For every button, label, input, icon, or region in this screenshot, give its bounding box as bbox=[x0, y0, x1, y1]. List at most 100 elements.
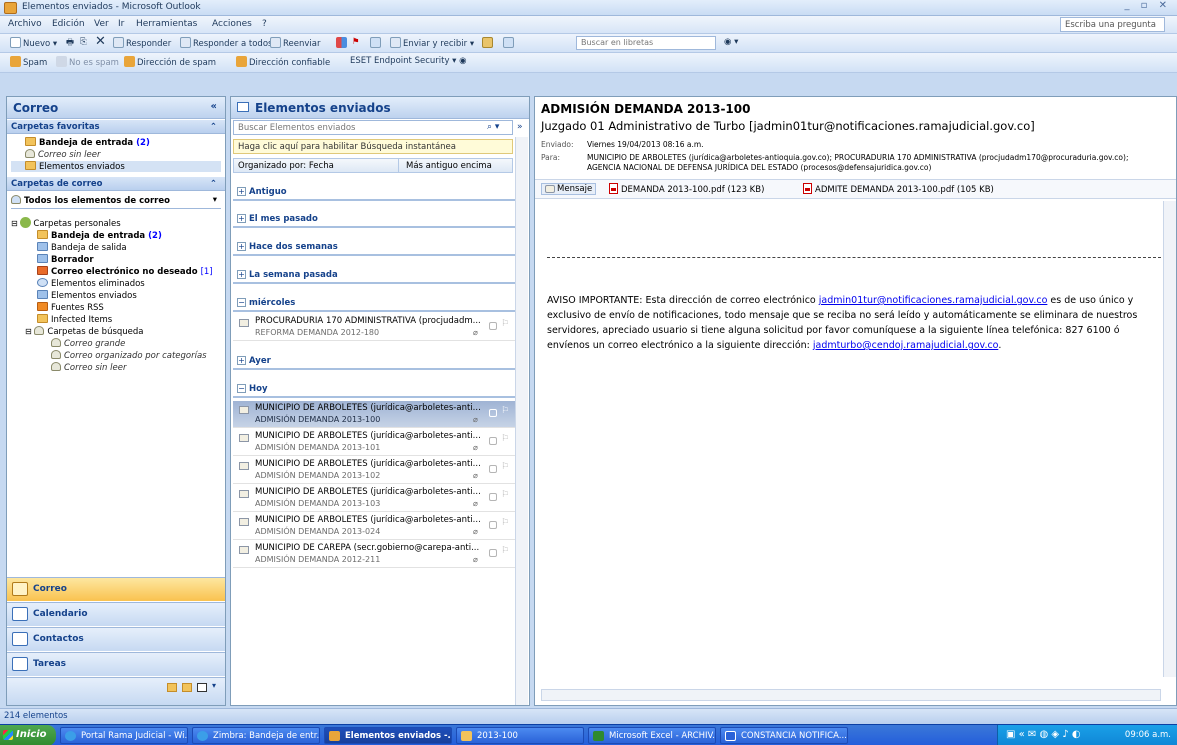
category-box-icon[interactable] bbox=[489, 465, 497, 473]
flag-icon[interactable]: ⚐ bbox=[501, 546, 509, 556]
eset-button[interactable]: ESET Endpoint Security ▾ ◉ bbox=[350, 56, 467, 66]
trusted-address-button[interactable]: Dirección confiable bbox=[236, 56, 330, 68]
task-constancia[interactable]: CONSTANCIA NOTIFICA... bbox=[720, 727, 848, 744]
nav-button-calendar[interactable]: Calendario bbox=[7, 602, 225, 626]
folder-junk[interactable]: Correo electrónico no deseado [1] bbox=[37, 266, 213, 277]
category-box-icon[interactable] bbox=[489, 521, 497, 529]
group-hace-dos-semanas[interactable]: + Hace dos semanas bbox=[233, 238, 515, 256]
menu-ver[interactable]: Ver bbox=[94, 19, 109, 29]
flag-icon[interactable]: ⚐ bbox=[501, 434, 509, 444]
flag-icon[interactable]: ⚐ bbox=[501, 490, 509, 500]
fav-unread[interactable]: Correo sin leer bbox=[25, 149, 100, 160]
search-books-label[interactable] bbox=[503, 37, 516, 49]
shortcuts-icon[interactable] bbox=[197, 683, 207, 692]
category-box-icon[interactable] bbox=[489, 322, 497, 330]
collapse-tree-icon[interactable]: ⊟ bbox=[11, 219, 18, 228]
search-folder-large[interactable]: Correo grande bbox=[51, 338, 125, 349]
ask-question-input[interactable]: Escriba una pregunta bbox=[1060, 17, 1165, 32]
attachment-admite-demanda[interactable]: ADMITE DEMANDA 2013-100.pdf (105 KB) bbox=[803, 183, 994, 195]
message-sender[interactable]: Juzgado 01 Administrativo de Turbo [jadm… bbox=[541, 119, 1035, 133]
categorize-icon[interactable] bbox=[336, 37, 349, 49]
collapse-tree-icon[interactable]: ⊟ bbox=[25, 327, 32, 336]
task-outlook[interactable]: Elementos enviados -... bbox=[324, 727, 452, 744]
sort-by-date[interactable]: Organizado por: Fecha bbox=[238, 161, 334, 171]
folder-inbox[interactable]: Bandeja de entrada (2) bbox=[37, 230, 162, 241]
to-value-line1[interactable]: MUNICIPIO DE ARBOLETES (jurídica@arbolet… bbox=[587, 153, 1128, 162]
fav-sent[interactable]: Elementos enviados bbox=[11, 161, 221, 172]
task-zimbra[interactable]: Zimbra: Bandeja de entr... bbox=[192, 727, 320, 744]
send-receive-button[interactable]: Enviar y recibir ▾ bbox=[390, 37, 474, 49]
search-icon[interactable]: ⌕ ▾ bbox=[487, 122, 499, 132]
help-icon[interactable]: ◉ ▾ bbox=[724, 37, 738, 47]
spam-address-button[interactable]: Dirección de spam bbox=[124, 56, 216, 68]
folder-search-folders[interactable]: ⊟ Carpetas de búsqueda bbox=[25, 326, 144, 337]
list-item[interactable]: MUNICIPIO DE ARBOLETES (jurídica@arbolet… bbox=[233, 513, 515, 540]
print-icon[interactable]: 🖶 bbox=[66, 37, 74, 51]
folder-deleted[interactable]: Elementos eliminados bbox=[37, 278, 145, 289]
sort-order[interactable]: Más antiguo encima bbox=[406, 161, 492, 171]
list-item[interactable]: MUNICIPIO DE ARBOLETES (jurídica@arbolet… bbox=[233, 485, 515, 512]
collapse-nav-icon[interactable]: « bbox=[211, 101, 217, 112]
flag-icon[interactable]: ⚑ bbox=[352, 37, 360, 47]
folder-icon[interactable] bbox=[182, 683, 192, 692]
flag-icon[interactable]: ⚐ bbox=[501, 462, 509, 472]
address-book-button[interactable] bbox=[482, 37, 495, 49]
menu-edicion[interactable]: Edición bbox=[52, 19, 85, 29]
reply-all-button[interactable]: Responder a todos bbox=[180, 37, 272, 49]
task-portal-rama-judicial[interactable]: Portal Rama Judicial - Wi... bbox=[60, 727, 188, 744]
flag-icon[interactable]: ⚐ bbox=[501, 518, 509, 528]
flag-icon[interactable]: ⚐ bbox=[501, 406, 509, 416]
personal-folders-root[interactable]: ⊟ Carpetas personales bbox=[11, 217, 121, 229]
folder-infected[interactable]: Infected Items bbox=[37, 314, 112, 325]
group-antiguo[interactable]: + Antiguo bbox=[233, 183, 515, 201]
nav-button-mail[interactable]: Correo bbox=[7, 577, 225, 601]
search-sent-items-input[interactable]: Buscar Elementos enviados bbox=[233, 120, 513, 135]
folder-drafts[interactable]: Borrador bbox=[37, 254, 94, 265]
forward-button[interactable]: Reenviar bbox=[270, 37, 320, 49]
message-tab[interactable]: Mensaje bbox=[541, 183, 597, 195]
group-miercoles[interactable]: − miércoles bbox=[233, 294, 515, 312]
folder-list-icon[interactable] bbox=[167, 683, 177, 692]
spam-button[interactable]: Spam bbox=[10, 56, 47, 68]
attachment-demanda[interactable]: DEMANDA 2013-100.pdf (123 KB) bbox=[609, 183, 764, 195]
search-folder-categorized[interactable]: Correo organizado por categorías bbox=[51, 350, 207, 361]
reading-vertical-scrollbar[interactable] bbox=[1163, 201, 1176, 677]
list-item[interactable]: MUNICIPIO DE ARBOLETES (jurídica@arbolet… bbox=[233, 429, 515, 456]
category-box-icon[interactable] bbox=[489, 493, 497, 501]
fav-inbox[interactable]: Bandeja de entrada (2) bbox=[25, 137, 150, 148]
link-jadmin01tur[interactable]: jadmin01tur@notificaciones.ramajudicial.… bbox=[819, 295, 1048, 306]
new-button[interactable]: Nuevo ▾ bbox=[10, 37, 57, 49]
flag-icon[interactable]: ⚐ bbox=[501, 319, 509, 329]
search-folder-unread[interactable]: Correo sin leer bbox=[51, 362, 126, 373]
delete-icon[interactable]: ✕ bbox=[95, 34, 106, 49]
group-ayer[interactable]: + Ayer bbox=[233, 352, 515, 370]
not-spam-button[interactable]: No es spam bbox=[56, 56, 119, 68]
to-value-line2[interactable]: AGENCIA NACIONAL DE DEFENSA JURÍDICA DEL… bbox=[587, 163, 931, 172]
menu-archivo[interactable]: Archivo bbox=[8, 19, 42, 29]
menu-herramientas[interactable]: Herramientas bbox=[136, 19, 197, 29]
list-item[interactable]: MUNICIPIO DE ARBOLETES (jurídica@arbolet… bbox=[233, 401, 515, 428]
nav-button-tasks[interactable]: Tareas bbox=[7, 652, 225, 676]
group-el-mes-pasado[interactable]: + El mes pasado bbox=[233, 210, 515, 228]
expand-search-icon[interactable]: » bbox=[517, 122, 523, 132]
instant-search-hint[interactable]: Haga clic aquí para habilitar Búsqueda i… bbox=[233, 139, 513, 154]
menu-help[interactable]: ? bbox=[262, 19, 267, 29]
link-jadmturbo[interactable]: jadmturbo@cendoj.ramajudicial.gov.co bbox=[813, 340, 998, 351]
window-controls[interactable]: _ ▫ ✕ bbox=[1124, 0, 1171, 11]
chevron-down-icon[interactable]: ▾ bbox=[212, 681, 216, 690]
folder-rss[interactable]: Fuentes RSS bbox=[37, 302, 104, 313]
task-folder-2013-100[interactable]: 2013-100 bbox=[456, 727, 584, 744]
group-hoy[interactable]: − Hoy bbox=[233, 380, 515, 398]
tray-icons[interactable]: ▣ « ✉ ◍ ◈ ♪ ◐ bbox=[1006, 729, 1081, 740]
list-scrollbar[interactable] bbox=[515, 137, 528, 705]
favorites-header[interactable]: Carpetas favoritas ⌃ bbox=[7, 120, 225, 134]
group-la-semana-pasada[interactable]: + La semana pasada bbox=[233, 266, 515, 284]
menu-ir[interactable]: Ir bbox=[118, 19, 124, 29]
start-button[interactable]: Inicio bbox=[0, 725, 56, 745]
folder-sent[interactable]: Elementos enviados bbox=[37, 290, 137, 301]
reading-horizontal-scrollbar[interactable] bbox=[541, 689, 1161, 701]
rules-icon[interactable] bbox=[370, 37, 383, 49]
task-excel[interactable]: Microsoft Excel - ARCHIV... bbox=[588, 727, 716, 744]
mail-folders-header[interactable]: Carpetas de correo ⌃ bbox=[7, 177, 225, 191]
folder-outbox[interactable]: Bandeja de salida bbox=[37, 242, 127, 253]
